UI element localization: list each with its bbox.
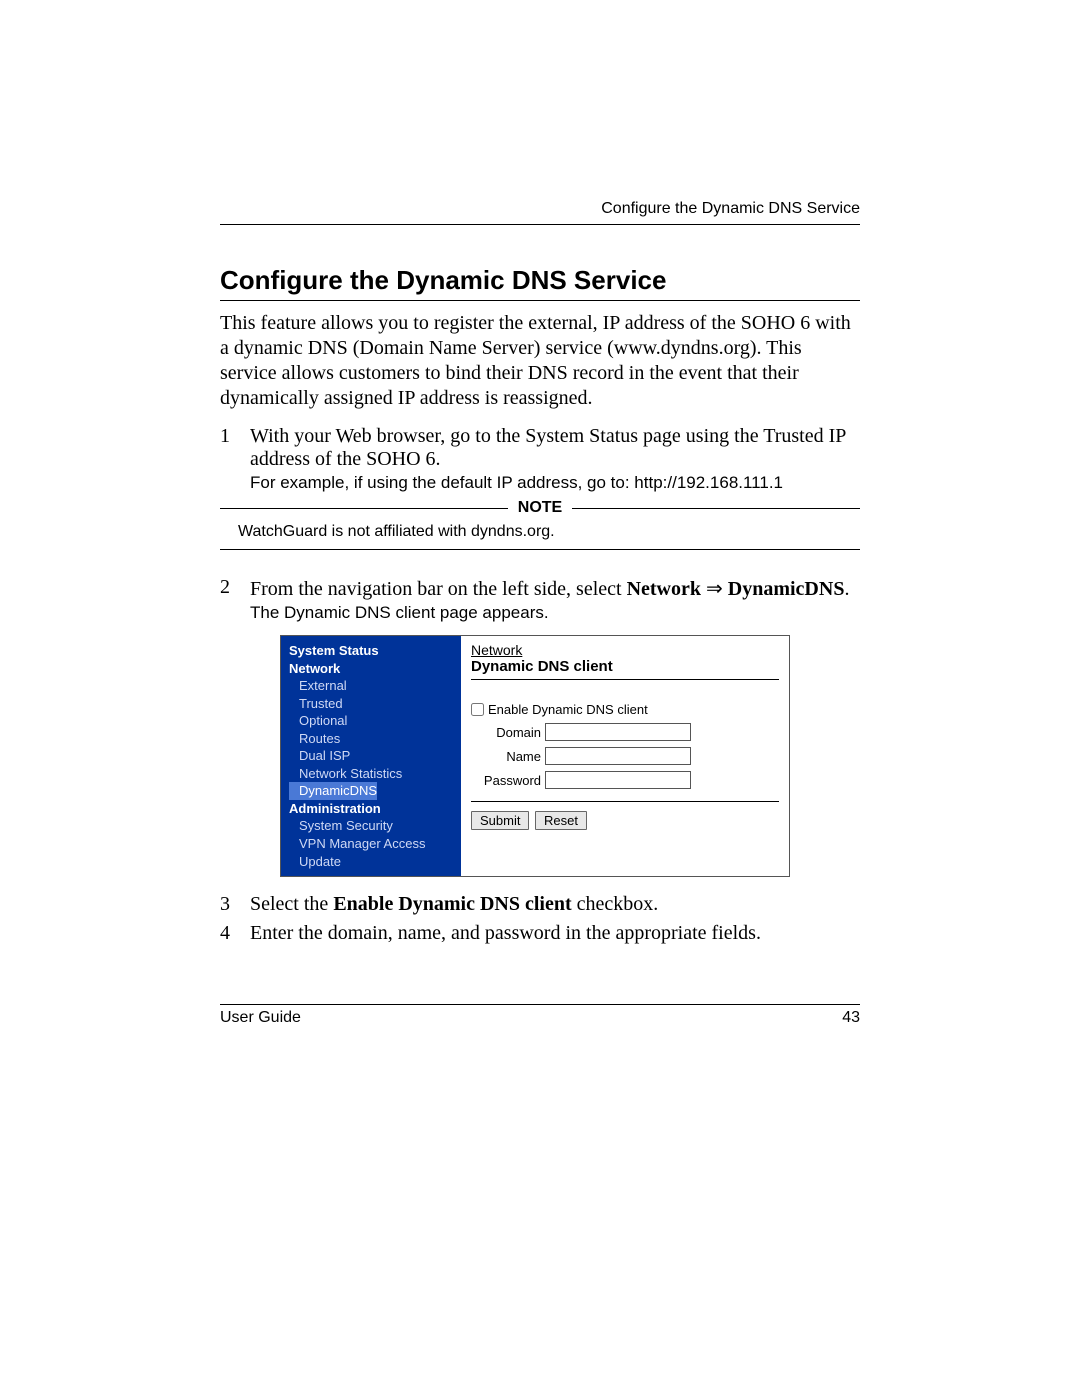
note-divider: NOTE bbox=[220, 499, 860, 517]
sidebar-item-administration[interactable]: Administration bbox=[289, 800, 455, 818]
breadcrumb[interactable]: Network bbox=[471, 642, 779, 658]
step-text: With your Web browser, go to the System … bbox=[250, 425, 846, 470]
note-label: NOTE bbox=[508, 499, 572, 517]
step-code-note: For example, if using the default IP add… bbox=[250, 473, 860, 493]
sidebar-item-network-statistics[interactable]: Network Statistics bbox=[289, 765, 455, 783]
steps-list: 1 With your Web browser, go to the Syste… bbox=[220, 425, 860, 493]
step-result: The Dynamic DNS client page appears. bbox=[250, 603, 860, 623]
domain-input[interactable] bbox=[545, 723, 691, 741]
nav-path-2: DynamicDNS bbox=[728, 578, 845, 600]
step-bold: Enable Dynamic DNS client bbox=[333, 893, 571, 915]
steps-list-2: 2 From the navigation bar on the left si… bbox=[220, 576, 860, 945]
intro-paragraph: This feature allows you to register the … bbox=[220, 311, 860, 411]
sidebar-item-trusted[interactable]: Trusted bbox=[289, 695, 455, 713]
step-number: 3 bbox=[220, 893, 250, 916]
title-rule bbox=[220, 300, 860, 301]
pane-rule bbox=[471, 679, 779, 680]
enable-dns-label: Enable Dynamic DNS client bbox=[488, 702, 648, 717]
page-footer: User Guide 43 bbox=[220, 1004, 860, 1027]
running-head: Configure the Dynamic DNS Service bbox=[220, 200, 860, 218]
footer-page-number: 43 bbox=[842, 1009, 860, 1027]
step-3: 3 Select the Enable Dynamic DNS client c… bbox=[220, 893, 860, 916]
reset-button[interactable]: Reset bbox=[535, 811, 587, 830]
step-text: From the navigation bar on the left side… bbox=[250, 578, 627, 600]
name-label: Name bbox=[471, 749, 545, 764]
sidebar-item-update[interactable]: Update bbox=[289, 853, 455, 871]
header-rule bbox=[220, 224, 860, 225]
step-number: 2 bbox=[220, 576, 250, 887]
sidebar-item-routes[interactable]: Routes bbox=[289, 730, 455, 748]
sidebar-item-dual-isp[interactable]: Dual ISP bbox=[289, 747, 455, 765]
password-input[interactable] bbox=[545, 771, 691, 789]
step-text-end: checkbox. bbox=[572, 893, 659, 915]
note-end-rule bbox=[220, 549, 860, 550]
enable-row: Enable Dynamic DNS client bbox=[471, 702, 779, 717]
note-body: WatchGuard is not affiliated with dyndns… bbox=[238, 523, 860, 541]
nav-path-1: Network bbox=[627, 578, 701, 600]
step-text: Select the bbox=[250, 893, 333, 915]
sidebar-item-external[interactable]: External bbox=[289, 677, 455, 695]
sidebar-item-vpn-manager[interactable]: VPN Manager Access bbox=[289, 835, 455, 853]
name-input[interactable] bbox=[545, 747, 691, 765]
sidebar-item-dynamicdns[interactable]: DynamicDNS bbox=[289, 782, 377, 800]
embedded-screenshot: System Status Network External Trusted O… bbox=[280, 635, 860, 877]
arrow-icon: ⇒ bbox=[701, 578, 728, 600]
sidebar-item-optional[interactable]: Optional bbox=[289, 712, 455, 730]
footer-left: User Guide bbox=[220, 1009, 301, 1027]
domain-label: Domain bbox=[471, 725, 545, 740]
submit-button[interactable]: Submit bbox=[471, 811, 529, 830]
password-label: Password bbox=[471, 773, 545, 788]
step-number: 4 bbox=[220, 922, 250, 945]
section-title: Configure the Dynamic DNS Service bbox=[220, 265, 860, 296]
sidebar-item-network[interactable]: Network bbox=[289, 660, 455, 678]
enable-dns-checkbox[interactable] bbox=[471, 703, 484, 716]
sidebar-item-system-security[interactable]: System Security bbox=[289, 817, 455, 835]
step-1: 1 With your Web browser, go to the Syste… bbox=[220, 425, 860, 493]
document-page: Configure the Dynamic DNS Service Config… bbox=[0, 0, 1080, 1397]
step-number: 1 bbox=[220, 425, 250, 493]
step-2: 2 From the navigation bar on the left si… bbox=[220, 576, 860, 887]
content-pane: Network Dynamic DNS client Enable Dynami… bbox=[461, 636, 789, 876]
step-text: Enter the domain, name, and password in … bbox=[250, 922, 761, 944]
nav-sidebar: System Status Network External Trusted O… bbox=[281, 636, 461, 876]
pane-rule-2 bbox=[471, 801, 779, 802]
step-text-end: . bbox=[844, 578, 849, 600]
pane-title: Dynamic DNS client bbox=[471, 658, 779, 675]
step-4: 4 Enter the domain, name, and password i… bbox=[220, 922, 860, 945]
sidebar-item-system-status[interactable]: System Status bbox=[289, 642, 455, 660]
